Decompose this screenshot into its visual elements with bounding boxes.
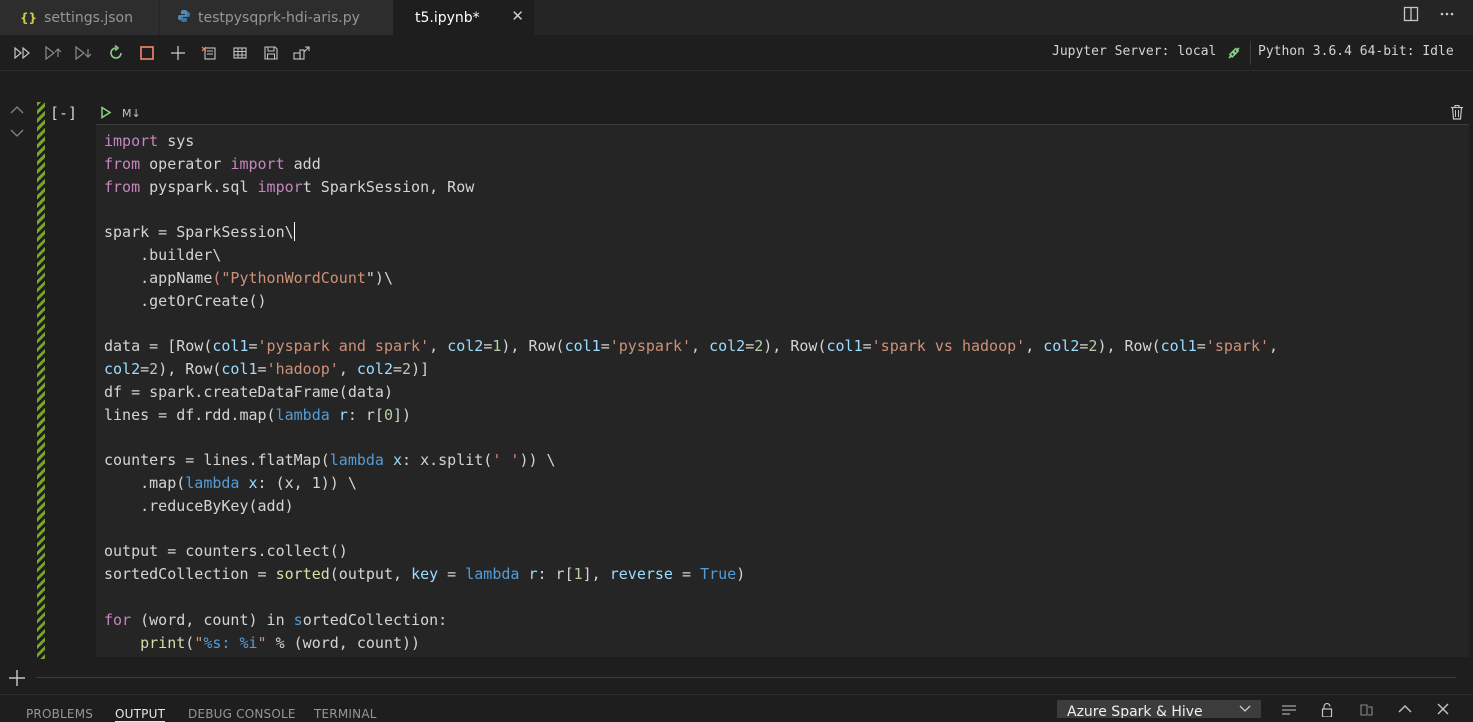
notebook-toolbar: Jupyter Server: local Python 3.6.4 64-bi…: [0, 35, 1473, 71]
code-line: sortedCollection = sorted(output, key = …: [104, 565, 746, 584]
output-channel-value: Azure Spark & Hive: [1067, 704, 1203, 718]
add-cell-button[interactable]: [8, 668, 26, 692]
json-braces-icon: {}: [20, 10, 38, 25]
tab-label: testpysqprk-hdi-aris.py: [198, 9, 360, 26]
tab-debug-console[interactable]: DEBUG CONSOLE: [188, 707, 296, 721]
jupyter-server-status[interactable]: Jupyter Server: local: [1052, 44, 1216, 59]
tab-problems[interactable]: PROBLEMS: [26, 707, 93, 721]
code-cell[interactable]: import sys from operator import add from…: [96, 124, 1469, 657]
close-icon[interactable]: ✕: [511, 7, 524, 25]
code-line: print("%s: %i" % (word, count)): [140, 633, 421, 652]
open-log-icon[interactable]: [1358, 703, 1374, 721]
clear-outputs-icon[interactable]: [200, 44, 218, 62]
split-editor-icon[interactable]: [1403, 6, 1419, 26]
tab-settings-json[interactable]: {} settings.json: [0, 0, 160, 35]
code-line: from pyspark.sql import SparkSession, Ro…: [104, 177, 475, 196]
code-line: spark = SparkSession\: [104, 222, 295, 242]
clear-output-icon[interactable]: [1281, 703, 1297, 721]
status-separator: [1250, 41, 1251, 65]
run-above-icon[interactable]: [44, 44, 62, 62]
more-actions-icon[interactable]: [1439, 6, 1455, 26]
output-channel-select[interactable]: Azure Spark & Hive: [1057, 700, 1261, 718]
variable-explorer-icon[interactable]: [231, 44, 249, 62]
change-to-markdown-button[interactable]: M↓: [122, 107, 141, 120]
code-line: data = [Row(col1='pyspark and spark', co…: [104, 337, 1279, 356]
run-cell-icon[interactable]: [100, 104, 112, 123]
restart-kernel-icon[interactable]: [107, 44, 125, 62]
tab-output[interactable]: OUTPUT: [115, 707, 166, 722]
python-icon: [177, 9, 191, 26]
code-line: col2=2), Row(col1='hadoop', col2=2)]: [104, 359, 430, 378]
tab-t5-ipynb[interactable]: t5.ipynb* ✕: [393, 0, 534, 35]
tab-label: settings.json: [44, 9, 133, 26]
code-line: import sys: [104, 132, 195, 150]
interrupt-kernel-icon[interactable]: [138, 44, 156, 62]
tab-label: t5.ipynb*: [415, 9, 480, 26]
code-line: .reduceByKey(add): [104, 496, 294, 515]
code-line: output = counters.collect(): [104, 542, 348, 561]
move-cell-down-icon[interactable]: [10, 128, 24, 141]
run-below-icon[interactable]: [74, 44, 92, 62]
code-editor[interactable]: import sys from operator import add from…: [104, 130, 1278, 654]
code-line: .appName("PythonWordCount")\: [104, 268, 393, 287]
cell-divider: [36, 677, 1456, 678]
close-panel-icon[interactable]: [1437, 703, 1449, 719]
move-cell-up-icon[interactable]: [10, 105, 24, 118]
tab-terminal[interactable]: TERMINAL: [314, 707, 377, 721]
code-line: from operator import add: [104, 154, 321, 173]
add-cell-icon[interactable]: [169, 44, 187, 62]
maximize-panel-icon[interactable]: [1398, 703, 1412, 719]
code-line: counters = lines.flatMap(lambda x: x.spl…: [104, 451, 556, 470]
export-icon[interactable]: [293, 44, 311, 62]
run-all-icon[interactable]: [14, 44, 32, 62]
tab-testpysqprk-py[interactable]: testpysqprk-hdi-aris.py: [160, 0, 393, 35]
execution-count: [-]: [50, 104, 78, 122]
cell-selection-bar: [37, 102, 45, 659]
cell-toolbar: M↓: [100, 104, 141, 123]
lock-scroll-icon[interactable]: [1320, 702, 1334, 721]
editor-tab-bar: {} settings.json testpysqprk-hdi-aris.py…: [0, 0, 1473, 35]
kernel-status[interactable]: Python 3.6.4 64-bit: Idle: [1258, 44, 1454, 59]
code-line: .map(lambda x: (x, 1)) \: [104, 473, 357, 492]
code-line: for (word, count) in sortedCollection:: [104, 610, 448, 629]
code-line: .builder\: [104, 245, 222, 264]
code-line: lines = df.rdd.map(lambda r: r[0]): [104, 405, 412, 424]
text-cursor: [293, 222, 295, 242]
save-icon[interactable]: [262, 44, 280, 62]
chevron-down-icon: [1239, 702, 1251, 718]
delete-cell-icon[interactable]: [1450, 104, 1464, 124]
code-line: .getOrCreate(): [104, 291, 267, 310]
server-connected-icon[interactable]: [1225, 44, 1243, 62]
code-line: df = spark.createDataFrame(data): [104, 382, 393, 401]
